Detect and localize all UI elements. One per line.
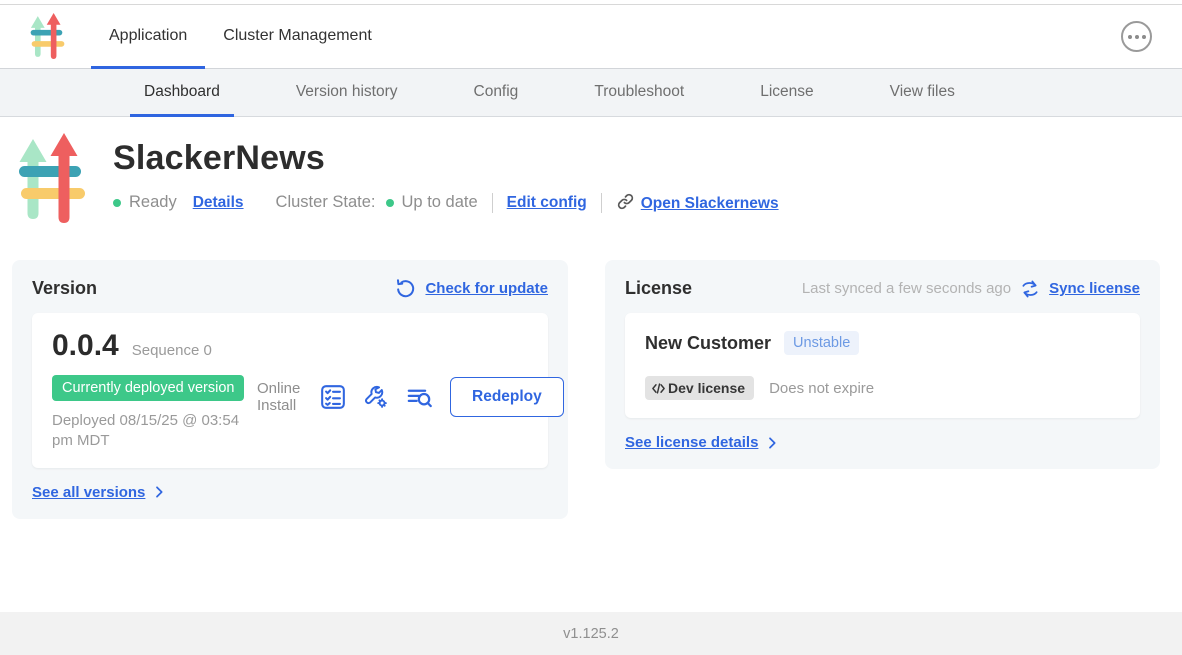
admin-console-page: Application Cluster Management Dashboard… [0,0,1182,655]
edit-config-link[interactable]: Edit config [507,194,587,212]
refresh-icon [395,278,416,299]
subnav-dashboard[interactable]: Dashboard [130,69,234,117]
view-logs-icon[interactable] [406,384,433,411]
sync-license-link[interactable]: Sync license [1049,280,1140,297]
version-card-title: Version [32,278,97,299]
app-header: SlackerNews Ready Details Cluster State:… [0,117,1182,230]
tab-application-label: Application [109,27,187,45]
page-title: SlackerNews [113,139,779,178]
app-big-logo [18,133,86,230]
navbar-right [1121,5,1152,68]
top-navbar: Application Cluster Management [0,5,1182,69]
tab-cluster-management-label: Cluster Management [223,27,372,45]
main-content: SlackerNews Ready Details Cluster State:… [0,117,1182,612]
console-version: v1.125.2 [563,626,619,642]
version-card-footer: See all versions [32,484,548,501]
subnav-license-label: License [760,83,813,101]
cluster-state-dot [386,199,394,207]
last-synced-label: Last synced a few seconds ago [802,280,1011,297]
dashboard-cards: Version Check for update 0.0.4 Sequence … [0,230,1182,519]
license-card-title: License [625,278,692,299]
license-card-header: License Last synced a few seconds ago Sy… [625,278,1140,299]
customer-name: New Customer [645,333,771,354]
version-actions: Online Install Redeploy [257,375,564,417]
more-options-button[interactable] [1121,21,1152,52]
expiration-label: Does not expire [769,380,874,397]
code-icon [651,381,666,396]
ellipsis-icon [1128,35,1132,39]
wrench-gear-icon[interactable] [363,384,389,410]
license-card-footer: See license details [625,434,1140,451]
version-card-header: Version Check for update [32,278,548,299]
slackernews-logo-icon [30,13,65,60]
deployed-timestamp: Deployed 08/15/25 @ 03:54 pm MDT [52,411,257,452]
subnav-config-label: Config [474,83,519,101]
subnav-view-files-label: View files [890,83,955,101]
customer-row: New Customer Unstable [645,331,1120,355]
license-card: License Last synced a few seconds ago Sy… [605,260,1160,469]
subnav-view-files[interactable]: View files [876,69,969,117]
footer: v1.125.2 [0,612,1182,655]
see-license-details-link[interactable]: See license details [625,434,758,451]
app-subnav: Dashboard Version history Config Trouble… [0,69,1182,117]
chevron-right-icon [764,435,780,451]
slackernews-logo-icon-large [18,133,86,225]
sequence-label: Sequence 0 [132,342,212,359]
chevron-right-icon [151,484,167,500]
subnav-version-history-label: Version history [296,83,398,101]
subnav-troubleshoot[interactable]: Troubleshoot [580,69,698,117]
cluster-state-label: Cluster State: [276,193,376,212]
top-nav-tabs: Application Cluster Management [91,5,390,68]
details-link[interactable]: Details [193,194,244,212]
chain-link-icon [616,192,635,211]
open-app-link-label: Open Slackernews [641,195,779,212]
app-header-text: SlackerNews Ready Details Cluster State:… [113,133,779,230]
divider [601,193,602,213]
license-type-badge: Dev license [645,376,754,400]
version-number: 0.0.4 [52,329,119,363]
subnav-license[interactable]: License [746,69,827,117]
ready-status-dot [113,199,121,207]
ready-status-label: Ready [129,193,177,212]
tab-application[interactable]: Application [91,5,205,69]
current-version-panel: 0.0.4 Sequence 0 Currently deployed vers… [32,313,548,468]
cluster-state-value: Up to date [402,193,478,212]
install-type-label: Online Install [257,380,303,415]
license-type-row: Dev license Does not expire [645,376,1120,400]
check-for-update-link[interactable]: Check for update [425,280,548,297]
deployed-status-badge: Currently deployed version [52,375,244,401]
version-number-row: 0.0.4 Sequence 0 [52,329,528,363]
version-left-column: Currently deployed version Deployed 08/1… [52,375,257,452]
channel-badge: Unstable [784,331,859,355]
subnav-version-history[interactable]: Version history [282,69,412,117]
subnav-troubleshoot-label: Troubleshoot [594,83,684,101]
open-app-link[interactable]: Open Slackernews [616,192,779,213]
redeploy-button[interactable]: Redeploy [450,377,564,417]
app-logo [30,5,65,68]
version-card: Version Check for update 0.0.4 Sequence … [12,260,568,519]
license-panel: New Customer Unstable Dev license Does n… [625,313,1140,418]
tab-cluster-management[interactable]: Cluster Management [205,5,390,69]
license-type-badge-label: Dev license [668,380,745,396]
app-status-row: Ready Details Cluster State: Up to date … [113,192,779,213]
version-body: Currently deployed version Deployed 08/1… [52,375,528,452]
sync-icon [1020,279,1040,299]
preflight-checklist-icon[interactable] [320,384,346,410]
subnav-dashboard-label: Dashboard [144,83,220,101]
see-all-versions-link[interactable]: See all versions [32,484,145,501]
subnav-config[interactable]: Config [460,69,533,117]
divider [492,193,493,213]
